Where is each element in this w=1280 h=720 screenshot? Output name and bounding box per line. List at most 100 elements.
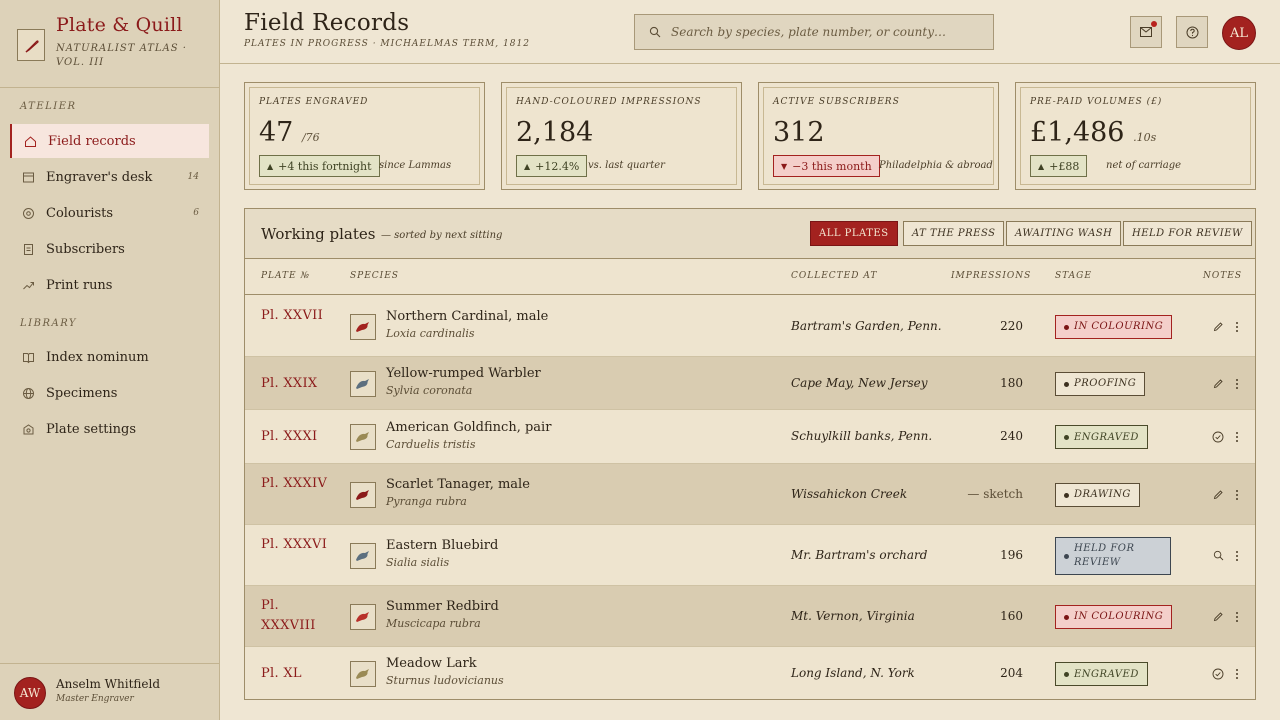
sidebar-item-plate-settings[interactable]: Plate settings bbox=[10, 412, 209, 446]
impressions-count: — sketch bbox=[967, 486, 1023, 501]
search-icon[interactable] bbox=[1211, 549, 1225, 563]
nav-section-atelier: Atelier bbox=[20, 101, 77, 112]
column-species[interactable]: Species bbox=[350, 271, 399, 281]
impressions-count: 204 bbox=[1000, 666, 1023, 680]
stat-note: Philadelphia & abroad bbox=[879, 160, 993, 171]
collected-location: Wissahickon Creek bbox=[791, 486, 908, 501]
column-stage[interactable]: Stage bbox=[1055, 271, 1092, 281]
column-impressions[interactable]: Impressions bbox=[951, 271, 1031, 281]
stat-value: £1,486 .10s bbox=[1030, 117, 1156, 148]
sidebar-item-field-records[interactable]: Field records bbox=[10, 124, 209, 158]
bird-thumbnail bbox=[350, 661, 376, 687]
nav-section-library: Library bbox=[20, 318, 78, 329]
stat-value-number: 2,184 bbox=[516, 117, 594, 148]
species-latin: Carduelis tristis bbox=[386, 438, 476, 451]
quill-icon bbox=[17, 29, 45, 61]
sidebar-item-label: Colourists bbox=[46, 205, 114, 221]
more-options-icon[interactable] bbox=[1230, 320, 1244, 334]
species-latin: Sialia sialis bbox=[386, 556, 450, 569]
plate-number[interactable]: Pl. XXVII bbox=[261, 306, 331, 326]
table-row[interactable]: Pl. XXXVI Eastern Bluebird Sialia sialis Mr… bbox=[245, 525, 1255, 586]
sidebar-item-subscribers[interactable]: Subscribers bbox=[10, 232, 209, 266]
plate-number[interactable]: Pl. XXXIV bbox=[261, 474, 331, 494]
stat-delta: ▼ −3 this month bbox=[773, 155, 880, 177]
search-bar[interactable] bbox=[634, 14, 994, 50]
edit-icon[interactable] bbox=[1211, 377, 1225, 391]
palette-icon bbox=[10, 207, 46, 220]
more-options-icon[interactable] bbox=[1230, 610, 1244, 624]
page-subtitle: Plates in progress · Michaelmas Term, 18… bbox=[244, 39, 530, 49]
brand-subtitle: Naturalist Atlas · Vol. III bbox=[56, 43, 187, 68]
table-header: Plate № Species Collected at Impressions… bbox=[245, 259, 1255, 295]
column-plate[interactable]: Plate № bbox=[261, 271, 310, 281]
edit-icon[interactable] bbox=[1211, 488, 1225, 502]
plate-number[interactable]: Pl. XL bbox=[261, 664, 331, 684]
stat-value: 2,184 bbox=[516, 117, 593, 148]
bird-thumbnail bbox=[350, 370, 376, 397]
species-latin: Sylvia coronata bbox=[386, 384, 473, 397]
stat-card-impressions: Hand-coloured impressions 2,184 ▲ +12.4% … bbox=[501, 82, 742, 190]
filter-all-plates[interactable]: All plates bbox=[810, 221, 898, 246]
header-avatar[interactable]: AL bbox=[1222, 16, 1256, 50]
stat-label: Active subscribers bbox=[773, 97, 900, 107]
more-options-icon[interactable] bbox=[1230, 667, 1244, 681]
sidebar-item-specimens[interactable]: Specimens bbox=[10, 376, 209, 410]
brand-title: Plate & Quill bbox=[56, 14, 183, 36]
more-options-icon[interactable] bbox=[1230, 377, 1244, 391]
stat-label: Hand-coloured impressions bbox=[516, 97, 702, 107]
bird-thumbnail bbox=[350, 313, 376, 340]
collected-location: Schuylkill banks, Penn. bbox=[791, 429, 933, 443]
collected-location: Mt. Vernon, Virginia bbox=[791, 608, 915, 623]
sidebar-item-label: Field records bbox=[48, 133, 136, 149]
table-row[interactable]: Pl. XXIX Yellow-rumped Warbler Sylvia coro… bbox=[245, 357, 1255, 410]
more-options-icon[interactable] bbox=[1230, 549, 1244, 563]
sidebar-item-label: Print runs bbox=[46, 277, 113, 293]
bird-icon bbox=[356, 321, 369, 332]
table-row[interactable]: Pl. XXVII Northern Cardinal, male Loxia ca… bbox=[245, 296, 1255, 357]
current-user[interactable]: AW Anselm Whitfield Master Engraver bbox=[0, 663, 219, 720]
column-notes[interactable]: Notes bbox=[1203, 271, 1242, 281]
sidebar-item-print-runs[interactable]: Print runs bbox=[10, 268, 209, 302]
stat-delta: ▲ +£88 bbox=[1030, 155, 1088, 177]
sidebar-item-index-nominum[interactable]: Index nominum bbox=[10, 340, 209, 374]
bird-thumbnail bbox=[350, 481, 376, 508]
species-name: Summer Redbird bbox=[386, 599, 499, 614]
collected-location: Long Island, N. York bbox=[791, 666, 915, 680]
bird-thumbnail bbox=[350, 424, 376, 450]
messages-button[interactable] bbox=[1130, 16, 1162, 48]
collected-location: Cape May, New Jersey bbox=[791, 375, 928, 390]
table-row[interactable]: Pl. XXXVIII Summer Redbird Muscicapa rubra… bbox=[245, 586, 1255, 647]
sidebar-item-colourists[interactable]: Colourists 6 bbox=[10, 196, 209, 230]
table-row[interactable]: Pl. XXXIV Scarlet Tanager, male Pyranga ru… bbox=[245, 464, 1255, 525]
check-icon[interactable] bbox=[1211, 667, 1225, 681]
column-collected-at[interactable]: Collected at bbox=[791, 271, 877, 281]
search-icon bbox=[649, 26, 661, 38]
impressions-count: 240 bbox=[1000, 429, 1023, 443]
notification-dot bbox=[1151, 21, 1157, 27]
bird-icon bbox=[356, 550, 369, 561]
filter-awaiting-wash[interactable]: Awaiting wash bbox=[1006, 221, 1122, 246]
search-input[interactable] bbox=[671, 25, 981, 39]
plate-number[interactable]: Pl. XXIX bbox=[261, 374, 331, 394]
stat-label: Pre-paid volumes (£) bbox=[1030, 97, 1163, 107]
stage-badge: In colouring bbox=[1055, 314, 1173, 339]
plate-number[interactable]: Pl. XXXVIII bbox=[261, 596, 331, 636]
stat-value-suffix: .10s bbox=[1133, 131, 1157, 144]
check-icon[interactable] bbox=[1211, 430, 1225, 444]
plate-number[interactable]: Pl. XXXVI bbox=[261, 535, 331, 555]
stat-delta-text: +12.4% bbox=[535, 159, 580, 173]
edit-icon[interactable] bbox=[1211, 610, 1225, 624]
edit-icon[interactable] bbox=[1211, 320, 1225, 334]
table-row[interactable]: Pl. XL Meadow Lark Sturnus ludovicianus Lon… bbox=[245, 647, 1255, 699]
filter-at-the-press[interactable]: At the press bbox=[903, 221, 1005, 246]
collected-location: Mr. Bartram's orchard bbox=[791, 547, 928, 562]
more-options-icon[interactable] bbox=[1230, 430, 1244, 444]
plate-number[interactable]: Pl. XXXI bbox=[261, 427, 331, 447]
impressions-count: 196 bbox=[1000, 547, 1023, 562]
more-options-icon[interactable] bbox=[1230, 488, 1244, 502]
help-button[interactable] bbox=[1176, 16, 1208, 48]
sidebar-item-engravers-desk[interactable]: Engraver's desk 14 bbox=[10, 160, 209, 194]
table-row[interactable]: Pl. XXXI American Goldfinch, pair Cardueli… bbox=[245, 410, 1255, 464]
filter-held-for-review[interactable]: Held for review bbox=[1123, 221, 1252, 246]
sidebar-item-count: 6 bbox=[193, 208, 199, 218]
